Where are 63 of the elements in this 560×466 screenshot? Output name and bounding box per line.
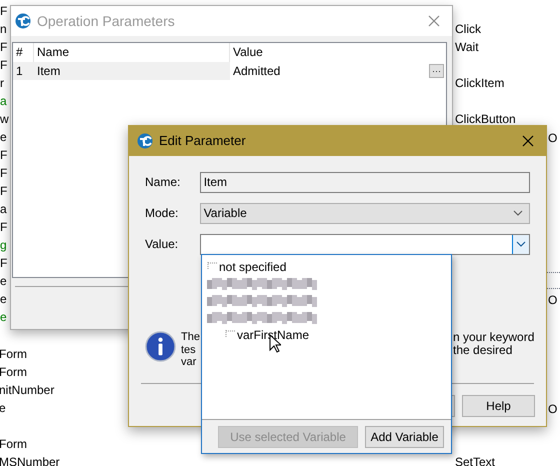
info-text: var: [181, 356, 196, 368]
column-header[interactable]: Value: [230, 43, 430, 62]
list-text: F: [0, 183, 8, 200]
list-text: F: [0, 165, 8, 182]
app-logo-icon: [15, 13, 31, 29]
tree-connector: [225, 330, 235, 339]
list-text: e: [0, 129, 8, 146]
list-text: ClickButton: [455, 111, 516, 128]
list-text: Click: [455, 21, 481, 38]
info-text: The: [181, 331, 200, 344]
list-text: F: [0, 255, 8, 272]
list-text: g: [0, 237, 8, 254]
info-text: tes: [181, 344, 196, 356]
list-text: O: [548, 292, 558, 309]
window-title: Edit Parameter: [159, 132, 247, 150]
tree-item[interactable]: varFirstName: [235, 326, 310, 344]
add-variable-button[interactable]: Add Variable: [365, 426, 444, 448]
close-icon: [522, 135, 534, 147]
list-text: a: [0, 93, 8, 110]
help-button[interactable]: Help: [462, 394, 535, 416]
table-cell-text: Admitted: [232, 63, 282, 80]
list-text: F: [0, 3, 8, 20]
list-text: SetText: [455, 454, 496, 466]
list-text: nitNumber: [0, 382, 54, 399]
field-label: Mode:: [145, 205, 180, 222]
field-label: Value:: [145, 236, 180, 253]
list-text: e: [0, 309, 8, 326]
info-icon: [145, 331, 176, 362]
list-text: a: [0, 201, 8, 218]
list-text: F: [0, 147, 8, 164]
list-text: Form: [0, 346, 27, 363]
list-text: e: [0, 273, 8, 290]
app-logo-icon: [137, 133, 153, 149]
list-text: Form: [0, 364, 27, 381]
list-text: r: [0, 75, 5, 92]
list-text: Wait: [455, 39, 479, 56]
mode-dropdown[interactable]: Variable: [200, 202, 530, 224]
name-field[interactable]: Item: [200, 172, 530, 192]
window-title: Operation Parameters: [37, 12, 176, 31]
list-text: F: [0, 219, 8, 236]
list-text: MSNumber: [0, 454, 60, 466]
list-text: n: [0, 21, 8, 38]
ellipsis-button[interactable]: ···: [429, 64, 444, 78]
list-text: Form: [0, 436, 27, 453]
list-text: O: [548, 401, 558, 418]
table-cell: Item: [34, 62, 230, 80]
field-label: Name:: [145, 174, 182, 191]
list-text: ClickItem: [455, 75, 504, 92]
chevron-down-icon: [513, 210, 523, 216]
close-icon: [428, 15, 440, 27]
info-text: the desired: [453, 344, 512, 356]
list-text: O: [548, 130, 558, 147]
tree-connector: [207, 262, 217, 271]
chevron-down-icon: [516, 241, 526, 247]
tree-item[interactable]: not specified: [217, 258, 286, 276]
list-text: e: [0, 291, 8, 308]
list-text: F: [0, 39, 8, 56]
info-text: n your keyword: [453, 331, 534, 344]
dropdown-button[interactable]: [512, 234, 529, 254]
table-cell: 1: [13, 62, 34, 80]
list-text: w: [0, 111, 8, 128]
value-dropdown[interactable]: [200, 234, 530, 254]
list-text: F: [0, 57, 8, 74]
